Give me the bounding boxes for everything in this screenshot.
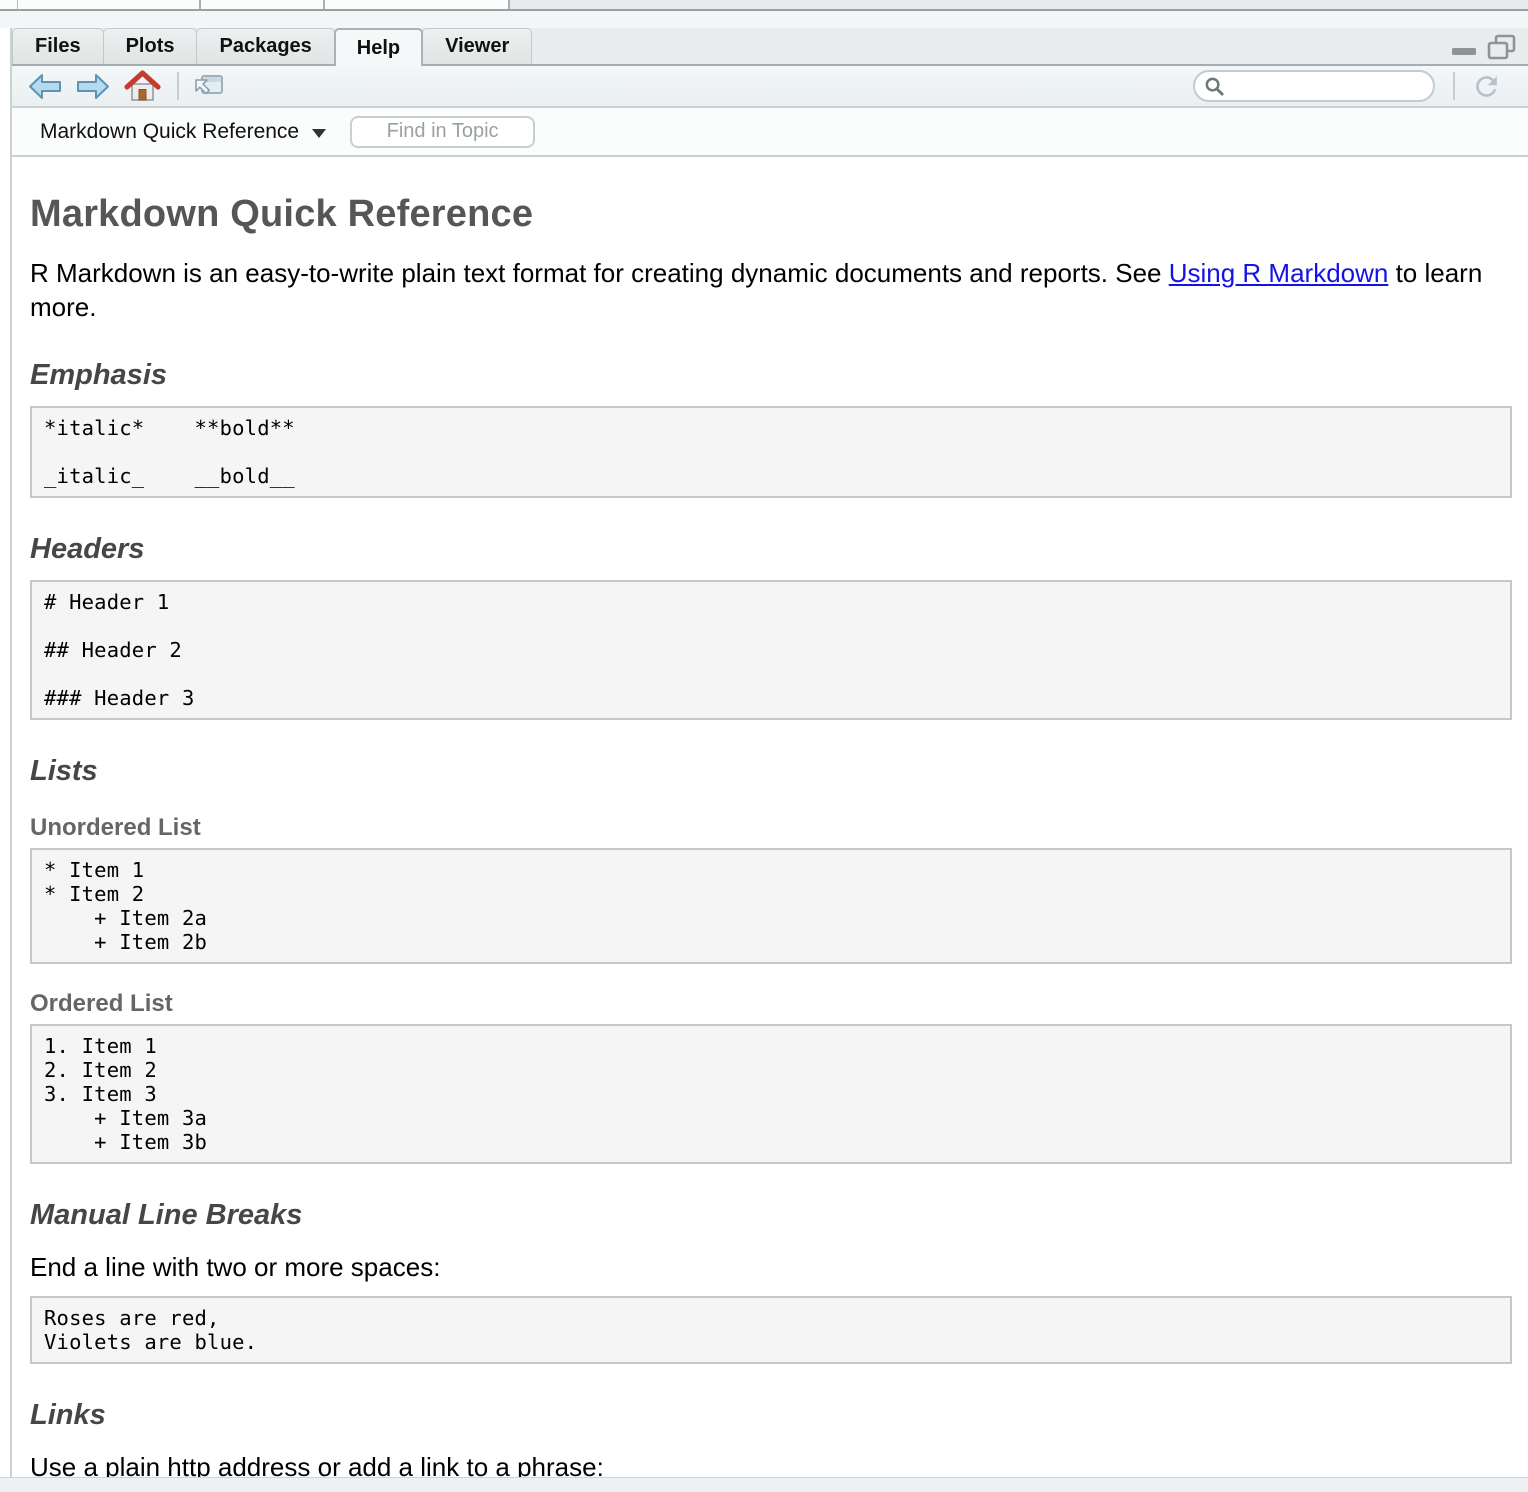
section-heading-emphasis: Emphasis: [30, 359, 1512, 392]
intro-paragraph: R Markdown is an easy-to-write plain tex…: [30, 256, 1502, 324]
topic-dropdown-label: Markdown Quick Reference: [40, 120, 299, 144]
upper-pane-bottom-edge: [0, 0, 1528, 11]
code-sample-ordered-list: 1. Item 1 2. Item 2 3. Item 3 + Item 3a …: [30, 1024, 1512, 1164]
back-arrow-icon: [28, 73, 62, 100]
section-heading-headers: Headers: [30, 533, 1512, 566]
upper-tab-segment: [18, 0, 201, 9]
maximize-pane-icon[interactable]: [1487, 34, 1516, 61]
home-button[interactable]: [124, 70, 161, 103]
help-content: Markdown Quick Reference R Markdown is a…: [12, 157, 1528, 1477]
tab-help[interactable]: Help: [334, 28, 423, 66]
manual-line-breaks-lead: End a line with two or more spaces:: [30, 1252, 1512, 1283]
chevron-down-icon: [312, 129, 326, 138]
section-manual-line-breaks: Manual Line Breaks End a line with two o…: [30, 1199, 1512, 1364]
toolbar-separator: [177, 72, 179, 100]
links-lead: Use a plain http address or add a link t…: [30, 1452, 1512, 1477]
tab-viewer[interactable]: Viewer: [422, 28, 532, 64]
code-sample-emphasis: *italic* **bold** _italic_ __bold__: [30, 406, 1512, 498]
section-heading-manual-line-breaks: Manual Line Breaks: [30, 1199, 1512, 1232]
help-topic-navrow: Markdown Quick Reference: [12, 108, 1528, 157]
help-toolbar: [12, 66, 1528, 108]
pane-tabbar: Files Plots Packages Help Viewer: [12, 28, 1528, 66]
show-in-new-window-button[interactable]: [193, 73, 224, 100]
section-headers: Headers # Header 1 ## Header 2 ### Heade…: [30, 533, 1512, 720]
back-button[interactable]: [28, 73, 62, 100]
upper-tabbar-empty: [510, 0, 1528, 9]
page-title: Markdown Quick Reference: [30, 193, 1512, 236]
section-heading-links: Links: [30, 1399, 1512, 1432]
help-search-input[interactable]: [1193, 70, 1435, 102]
upper-tab-segment: [325, 0, 510, 9]
help-pane: Files Plots Packages Help Viewer: [10, 28, 1528, 1477]
tab-packages[interactable]: Packages: [196, 28, 334, 64]
code-sample-headers: # Header 1 ## Header 2 ### Header 3: [30, 580, 1512, 720]
forward-button[interactable]: [76, 73, 110, 100]
open-in-new-window-icon: [193, 73, 224, 100]
tab-plots[interactable]: Plots: [103, 28, 198, 64]
using-r-markdown-link[interactable]: Using R Markdown: [1169, 258, 1389, 288]
section-emphasis: Emphasis *italic* **bold** _italic_ __bo…: [30, 359, 1512, 498]
subheading-unordered-list: Unordered List: [30, 814, 1512, 842]
intro-text-before: R Markdown is an easy-to-write plain tex…: [30, 258, 1169, 288]
search-icon: [1203, 75, 1226, 103]
home-icon: [124, 70, 161, 103]
tab-files[interactable]: Files: [12, 28, 104, 64]
section-links: Links Use a plain http address or add a …: [30, 1399, 1512, 1477]
find-in-topic-input[interactable]: [350, 116, 535, 148]
refresh-button[interactable]: [1471, 71, 1502, 102]
toolbar-separator: [1453, 72, 1455, 100]
upper-tab-segment: [201, 0, 325, 9]
code-sample-unordered-list: * Item 1 * Item 2 + Item 2a + Item 2b: [30, 848, 1512, 964]
minimize-pane-icon[interactable]: [1451, 37, 1477, 57]
section-lists: Lists Unordered List * Item 1 * Item 2 +…: [30, 755, 1512, 1164]
subheading-ordered-list: Ordered List: [30, 990, 1512, 1018]
window-bottom-edge: [0, 1477, 1528, 1492]
window-background-gap: [0, 11, 1528, 28]
upper-tab-segment: [0, 0, 18, 9]
forward-arrow-icon: [76, 73, 110, 100]
topic-dropdown[interactable]: Markdown Quick Reference: [40, 120, 326, 144]
code-sample-line-breaks: Roses are red, Violets are blue.: [30, 1296, 1512, 1364]
refresh-icon: [1471, 71, 1502, 102]
section-heading-lists: Lists: [30, 755, 1512, 788]
